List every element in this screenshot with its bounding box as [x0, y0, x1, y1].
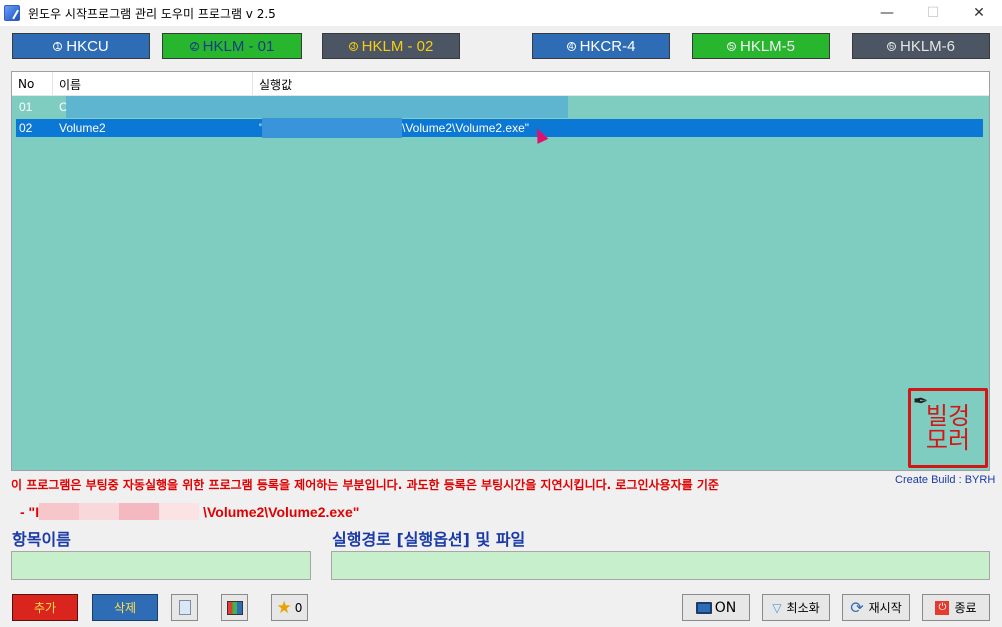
tab-number-icon: 6 — [886, 40, 896, 51]
star-icon: ★ — [276, 597, 292, 618]
minimize-label: 최소화 — [786, 601, 820, 615]
redaction-mask — [39, 503, 200, 520]
selected-path: - "I \Volume2\Volume2.exe" — [20, 503, 359, 520]
path-field-label: 실행경로 [실행옵션] 및 파일 — [332, 530, 526, 549]
close-window-button[interactable]: ✕ — [956, 0, 1002, 26]
minimize-button[interactable]: ▽ 최소화 — [762, 594, 830, 621]
document-icon — [178, 600, 191, 615]
tab-hklm-6[interactable]: 6 HKLM-6 — [852, 33, 990, 59]
name-input[interactable] — [11, 551, 311, 580]
list-header: No 이름 실행값 — [12, 72, 989, 96]
delete-button[interactable]: 삭제 — [92, 594, 158, 621]
tab-label: HKLM-5 — [739, 37, 795, 55]
path-prefix: - "I — [20, 503, 40, 520]
startup-list[interactable]: No 이름 실행값 01 C 02 Volume2 " \Volume2\Vol… — [11, 71, 990, 471]
tab-label: HKLM-6 — [899, 37, 955, 55]
on-label: ON — [714, 599, 737, 616]
add-button[interactable]: 추가 — [12, 594, 78, 621]
column-header-value[interactable]: 실행값 — [253, 72, 989, 96]
power-icon: ⏻ — [935, 600, 950, 615]
bird-icon: ✒ — [913, 391, 929, 412]
window-controls: — ☐ ✕ — [864, 0, 1002, 26]
exit-button[interactable]: ⏻ 종료 — [922, 594, 990, 621]
tab-hklm-01[interactable]: 2 HKLM - 01 — [162, 33, 302, 59]
tab-number-icon: 2 — [189, 40, 199, 51]
list-row-selected[interactable]: 02 Volume2 " \Volume2\Volume2.exe" — [16, 119, 983, 137]
row-number: 01 — [19, 100, 33, 114]
tab-hklm-02[interactable]: 3 HKLM - 02 — [322, 33, 460, 59]
restart-label: 재시작 — [868, 601, 902, 615]
column-header-name[interactable]: 이름 — [53, 72, 253, 96]
tab-hkcr-4[interactable]: 4 HKCR-4 — [532, 33, 670, 59]
row-value: \Volume2\Volume2.exe" — [402, 121, 530, 135]
seal-glyphs: 빌겅모러 — [926, 404, 970, 452]
tab-label: HKLM - 01 — [202, 37, 275, 55]
tab-hklm-5[interactable]: 5 HKLM-5 — [692, 33, 830, 59]
seal-glyph: 모 — [925, 426, 948, 454]
path-input[interactable] — [331, 551, 990, 580]
notepad-button[interactable] — [171, 594, 198, 621]
redaction-mask — [262, 118, 402, 138]
chart-icon — [226, 600, 243, 615]
tab-label: HKCR-4 — [579, 37, 636, 55]
restart-button[interactable]: ⟳ 재시작 — [842, 594, 910, 621]
refresh-icon: ⟳ — [850, 598, 864, 617]
tab-number-icon: 5 — [726, 40, 736, 51]
tab-label: HKLM - 02 — [361, 37, 434, 55]
name-field-label: 항목이름 — [12, 530, 71, 549]
title-bar: 윈도우 시작프로그램 관리 도우미 프로그램 v 2.5 — ☐ ✕ — [0, 0, 1002, 26]
seal-glyph: 겅 — [948, 402, 971, 430]
minimize-window-button[interactable]: — — [864, 0, 910, 26]
exit-label: 종료 — [954, 601, 977, 615]
redaction-mask — [66, 96, 568, 118]
tab-number-icon: 1 — [53, 40, 63, 51]
startup-on-button[interactable]: ON — [682, 594, 750, 621]
monitor-icon — [695, 601, 712, 614]
maximize-window-button[interactable]: ☐ — [910, 0, 956, 26]
column-header-no[interactable]: No — [12, 72, 53, 96]
tab-label: HKCU — [66, 37, 109, 55]
description-text: 이 프로그램은 부팅중 자동실행을 위한 프로그램 등록을 제어하는 부분입니다… — [11, 478, 719, 492]
build-credit: Create Build : BYRH — [895, 474, 996, 486]
tab-number-icon: 4 — [566, 40, 576, 51]
path-suffix: \Volume2\Volume2.exe" — [203, 503, 360, 520]
favorite-button[interactable]: ★ 0 — [271, 594, 308, 621]
window-title: 윈도우 시작프로그램 관리 도우미 프로그램 v 2.5 — [28, 6, 276, 21]
seal-glyph: 빌 — [925, 402, 948, 430]
app-icon — [4, 5, 20, 21]
row-name: Volume2 — [59, 121, 106, 135]
tab-hkcu[interactable]: 1 HKCU — [12, 33, 150, 59]
seal-glyph: 러 — [948, 426, 971, 454]
triangle-down-icon: ▽ — [772, 600, 782, 615]
favorite-count: 0 — [294, 600, 303, 615]
registry-tab-bar: 1 HKCU 2 HKLM - 01 3 HKLM - 02 4 HKCR-4 5 HKL… — [0, 26, 1002, 68]
tab-number-icon: 3 — [348, 40, 358, 51]
author-seal: ✒ 빌겅모러 — [908, 388, 988, 468]
chart-button[interactable] — [221, 594, 248, 621]
row-number: 02 — [19, 121, 33, 135]
